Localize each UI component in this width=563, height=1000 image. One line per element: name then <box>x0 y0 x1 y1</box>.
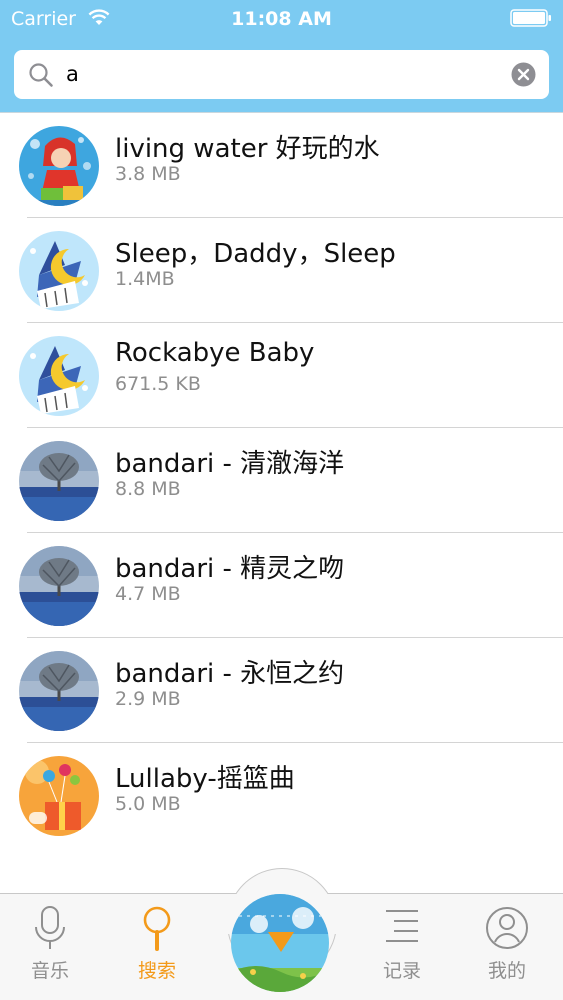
search-result-item[interactable]: Lullaby-摇篮曲 5.0 MB <box>0 743 563 848</box>
song-size: 2.9 MB <box>115 688 181 710</box>
clear-circle-x-icon[interactable] <box>511 62 536 87</box>
song-title: bandari - 精灵之吻 <box>115 554 345 584</box>
song-title: living water 好玩的水 <box>115 134 380 164</box>
song-title: Sleep，Daddy，Sleep <box>115 239 396 269</box>
tab-label: 搜索 <box>137 960 176 982</box>
song-artwork-moon-bird <box>19 336 99 416</box>
song-size: 8.8 MB <box>115 478 181 500</box>
tab-me[interactable]: 我的 <box>457 893 557 1000</box>
song-size: 671.5 KB <box>115 373 201 395</box>
status-bar: Carrier 11:08 AM <box>0 0 563 38</box>
tab-history[interactable]: 记录 <box>352 893 452 1000</box>
battery-full-icon <box>510 9 551 27</box>
search-result-item[interactable]: bandari - 精灵之吻 4.7 MB <box>0 533 563 638</box>
song-size: 1.4MB <box>115 268 175 290</box>
magnifier-icon <box>29 63 53 87</box>
tab-label: 音乐 <box>30 960 69 982</box>
search-result-item[interactable]: living water 好玩的水 3.8 MB <box>0 113 563 218</box>
song-title: bandari - 清澈海洋 <box>115 449 345 479</box>
now-playing-button[interactable] <box>231 894 329 992</box>
song-artwork-tree <box>19 441 99 521</box>
song-size: 4.7 MB <box>115 583 181 605</box>
song-title: bandari - 永恒之约 <box>115 659 345 689</box>
search-field[interactable] <box>14 50 549 99</box>
search-result-item[interactable]: bandari - 清澈海洋 8.8 MB <box>0 428 563 533</box>
song-size: 3.8 MB <box>115 163 181 185</box>
clock: 11:08 AM <box>231 8 332 30</box>
search-result-item[interactable]: bandari - 永恒之约 2.9 MB <box>0 638 563 743</box>
list-icon <box>386 910 418 942</box>
song-title: Lullaby-摇篮曲 <box>115 764 295 794</box>
song-artwork-gift <box>19 756 99 836</box>
song-artwork-tree <box>19 651 99 731</box>
search-tab-icon <box>143 906 171 951</box>
microphone-icon <box>35 906 65 949</box>
tab-music[interactable]: 音乐 <box>0 893 100 1000</box>
user-icon <box>486 907 528 949</box>
tab-label: 记录 <box>382 960 421 982</box>
song-title: Rockabye Baby <box>115 338 315 368</box>
song-artwork-moon-bird <box>19 231 99 311</box>
search-result-item[interactable]: Rockabye Baby 671.5 KB <box>0 323 563 428</box>
tab-label: 我的 <box>487 960 526 982</box>
tab-search[interactable]: 搜索 <box>107 893 207 1000</box>
song-size: 5.0 MB <box>115 793 181 815</box>
search-result-item[interactable]: Sleep，Daddy，Sleep 1.4MB <box>0 218 563 323</box>
header: Carrier 11:08 AM <box>0 0 563 113</box>
search-results-list: living water 好玩的水 3.8 MB Sleep，Daddy，Sle… <box>0 113 563 848</box>
song-artwork-girl <box>19 126 99 206</box>
search-input[interactable] <box>66 58 496 90</box>
search-screen: Carrier 11:08 AM a living water 好玩的水 3.8… <box>0 0 563 1000</box>
song-artwork-tree <box>19 546 99 626</box>
